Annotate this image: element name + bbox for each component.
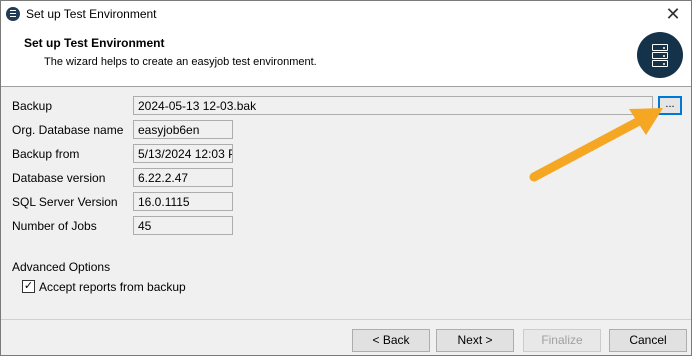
setup-wizard-window: Set up Test Environment ✕ Set up Test En… — [0, 0, 692, 356]
annotation-arrow-icon — [529, 108, 663, 182]
